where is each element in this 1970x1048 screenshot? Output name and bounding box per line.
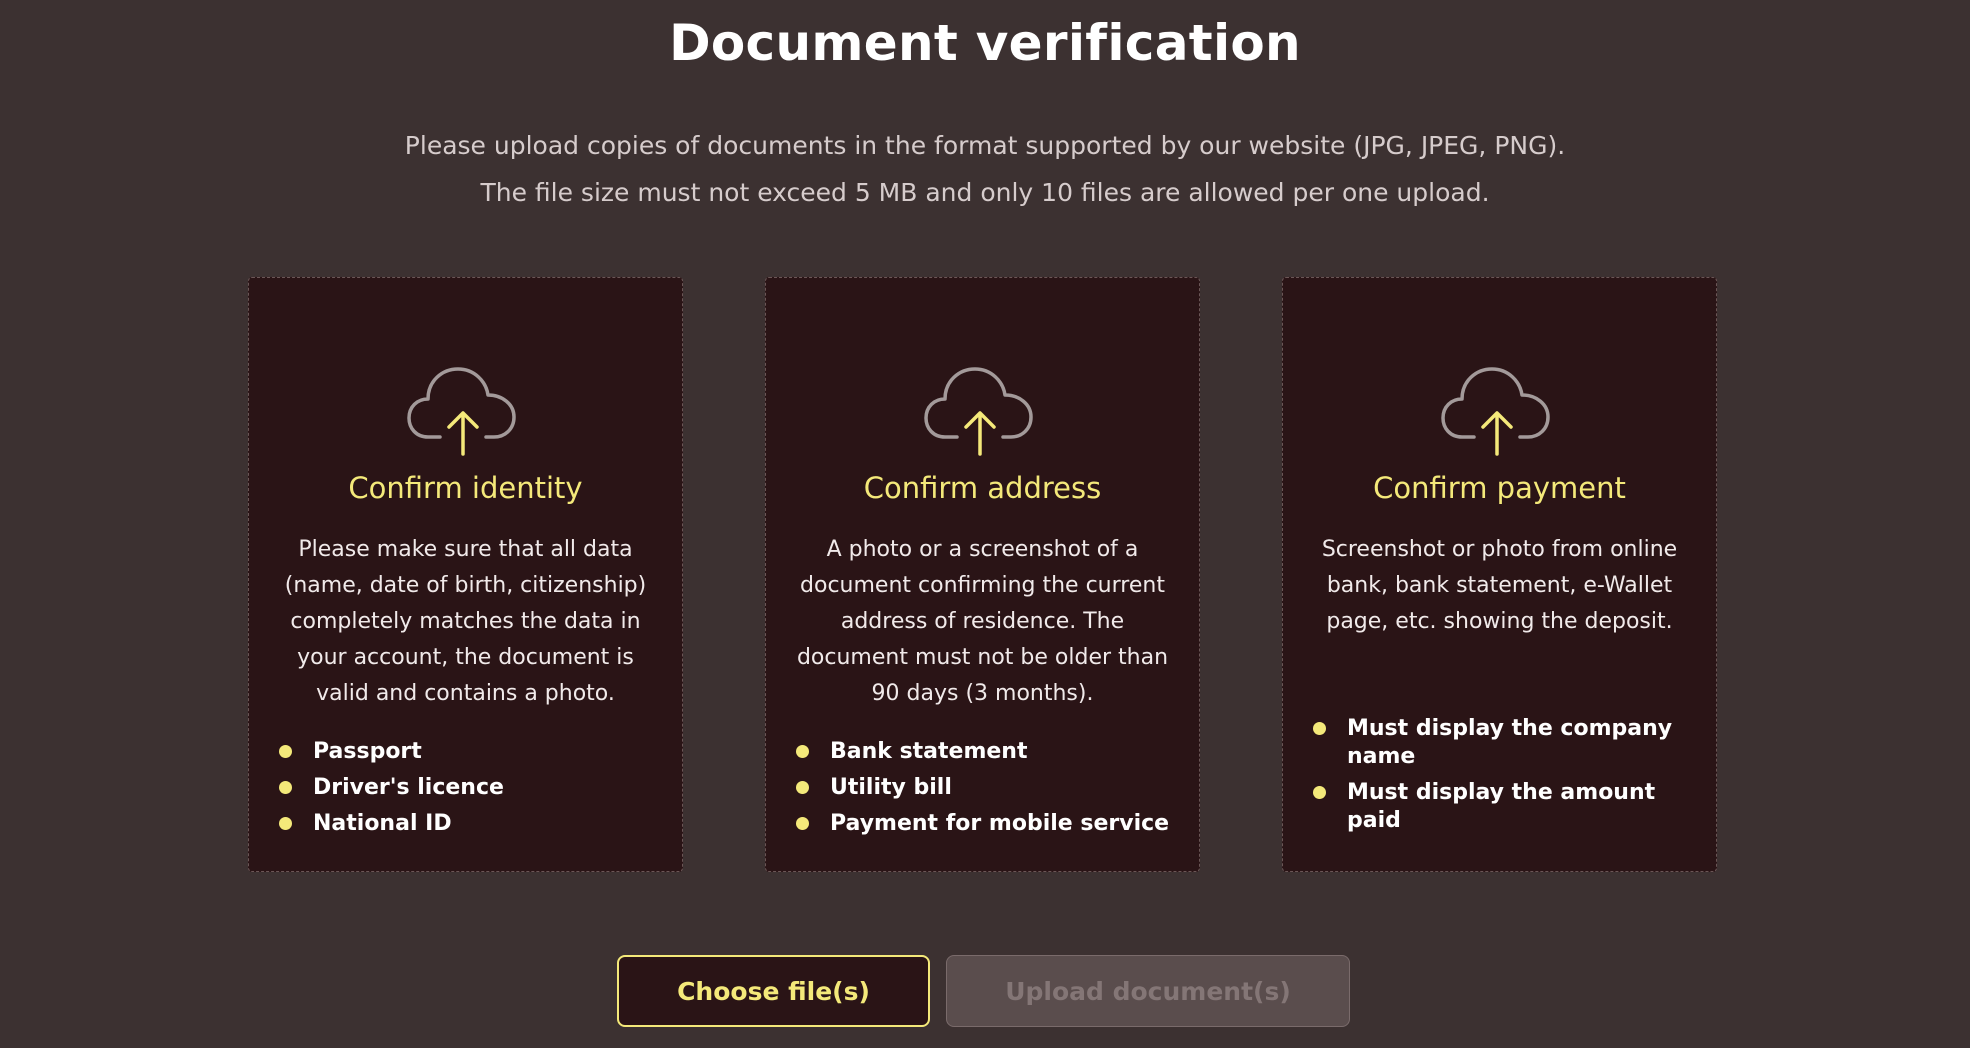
list-item-label: Payment for mobile service: [830, 811, 1170, 836]
upload-documents-button[interactable]: Upload document(s): [946, 955, 1350, 1027]
cloud-upload-icon: [923, 367, 1033, 456]
intro-line-limits: The file size must not exceed 5 MB and o…: [480, 178, 1490, 207]
list-item-label: Must display the amount paid: [1347, 780, 1656, 833]
bullet-icon: [796, 781, 809, 794]
intro-line-formats: Please upload copies of documents in the…: [404, 131, 1566, 160]
intro-text: Please upload copies of documents in the…: [0, 122, 1970, 216]
bullet-icon: [279, 817, 292, 830]
list-item: Utility bill: [796, 770, 1179, 806]
card-description: Screenshot or photo from online bank, ba…: [1321, 537, 1678, 634]
list-item-label: National ID: [313, 811, 452, 836]
card-title: Confirm identity: [348, 471, 583, 505]
bullet-icon: [1313, 722, 1326, 735]
card-description: A photo or a screenshot of a document co…: [796, 537, 1169, 706]
list-item: Must display the company name: [1313, 715, 1696, 771]
card-confirm-address[interactable]: Confirm address A photo or a screenshot …: [765, 277, 1200, 872]
list-item-label: Must display the company name: [1347, 716, 1673, 769]
list-item-label: Passport: [313, 739, 422, 764]
list-item: Bank statement: [796, 734, 1179, 770]
card-description: Please make sure that all data (name, da…: [284, 537, 647, 706]
list-item: National ID: [279, 806, 662, 842]
list-item: Driver's licence: [279, 770, 662, 806]
card-title: Confirm address: [863, 471, 1102, 505]
bullet-icon: [279, 781, 292, 794]
choose-files-button[interactable]: Choose file(s): [617, 955, 930, 1027]
list-item: Must display the amount paid: [1313, 779, 1696, 835]
list-item-label: Bank statement: [830, 739, 1028, 764]
bullet-icon: [279, 745, 292, 758]
cloud-upload-icon: [1440, 367, 1550, 456]
card-confirm-identity[interactable]: Confirm identity Please make sure that a…: [248, 277, 683, 872]
list-item: Passport: [279, 734, 662, 770]
bullet-icon: [1313, 786, 1326, 799]
card-confirm-payment[interactable]: Confirm payment Screenshot or photo from…: [1282, 277, 1717, 872]
document-verification-page: Document verification Please upload copi…: [0, 0, 1970, 1048]
document-type-list: Passport Driver's licence National ID: [279, 734, 662, 842]
page-title: Document verification: [669, 14, 1301, 72]
bullet-icon: [796, 745, 809, 758]
card-title: Confirm payment: [1373, 471, 1626, 505]
verification-cards: Confirm identity Please make sure that a…: [248, 277, 1720, 874]
list-item-label: Driver's licence: [313, 775, 504, 800]
list-item: Payment for mobile service: [796, 806, 1179, 842]
bullet-icon: [796, 817, 809, 830]
requirement-list: Must display the company name Must displ…: [1313, 715, 1696, 843]
document-type-list: Bank statement Utility bill Payment for …: [796, 734, 1179, 842]
list-item-label: Utility bill: [830, 775, 952, 800]
cloud-upload-icon: [406, 367, 516, 456]
